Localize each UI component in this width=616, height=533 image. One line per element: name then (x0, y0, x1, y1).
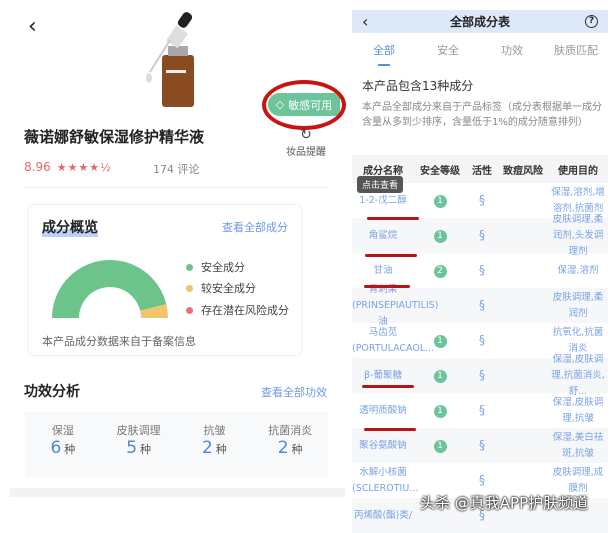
grade-badge: 1 (433, 229, 447, 243)
tab-bar: 全部 安全 功效 肤质匹配 (352, 40, 608, 66)
grade-badge: 1 (433, 334, 447, 348)
ingredient-table: 1-2-戊二醇 1 § 保湿,溶剂,增溶剂,抗菌剂 角鲨烷 1 § 皮肤调理,柔润… (352, 183, 608, 533)
grade-badge: 2 (433, 264, 447, 278)
purpose: 保湿,皮肤调理,抗菌消炎,舒... (551, 353, 605, 397)
legend-fairly-safe: 较安全成分 (186, 280, 256, 296)
grade-badge: 1 (433, 404, 447, 418)
back-button[interactable]: ‹ (28, 14, 37, 39)
activity-icon: § (479, 332, 485, 347)
annotation-underline (367, 217, 419, 220)
safety-grade: 2 (414, 263, 466, 279)
safety-grade: 1 (414, 193, 466, 209)
tab-skin-match[interactable]: 肤质匹配 (544, 40, 608, 66)
table-row[interactable]: 透明质酸钠 1 § 保湿,皮肤调理,抗皱 (352, 393, 608, 428)
section-separator (10, 488, 345, 497)
product-detail-screen: ‹ ◇ 敏感可用 ↻ 妆品提醒 薇诺娜舒敏保湿修护精华液 8.96 ★★★★½ 174… (0, 0, 346, 525)
efficacy-item[interactable]: 皮肤调理 5 种 (101, 412, 177, 477)
efficacy-title: 功效分析 (24, 384, 80, 400)
red-dot (186, 306, 193, 314)
activity-icon: § (479, 367, 485, 382)
ingredient-name[interactable]: 马齿苋(PORTULACAOL... (352, 325, 434, 357)
annotation-underline (364, 428, 416, 431)
tab-safety[interactable]: 安全 (416, 40, 480, 66)
tab-all[interactable]: 全部 (352, 40, 416, 66)
activity-icon: § (479, 192, 485, 207)
efficacy-item[interactable]: 抗菌消炎 2 种 (252, 412, 328, 477)
safety-grade: 1 (414, 368, 466, 384)
efficacy-item[interactable]: 保湿 6 种 (25, 412, 101, 477)
col-purpose: 使用目的 (558, 165, 598, 177)
ingredient-name[interactable]: 丙烯酸(酯)类/ (352, 508, 414, 524)
efficacy-item[interactable]: 抗皱 2 种 (177, 412, 253, 477)
col-activity: 活性 (472, 165, 492, 177)
ingredient-name[interactable]: 角鲨烷 (352, 228, 414, 244)
score: 8.96 (24, 160, 51, 174)
activity-icon: § (479, 297, 485, 312)
tab-efficacy[interactable]: 功效 (480, 40, 544, 66)
annotation-underline (364, 285, 410, 288)
ingredient-name[interactable]: 甘油 (352, 263, 414, 279)
grade-badge: 1 (433, 369, 447, 383)
activity-icon: § (479, 402, 485, 417)
safety-grade: 1 (414, 403, 466, 419)
table-row[interactable]: 聚谷氨酸钠 1 § 保湿,美白祛斑,抗皱 (352, 428, 608, 463)
star-icons: ★★★★½ (56, 160, 112, 174)
green-dot (186, 263, 193, 271)
cosmetic-reminder-button[interactable]: ↻ 妆品提醒 (286, 127, 326, 158)
col-acne-risk: 致痘风险 (503, 165, 543, 177)
ingredient-list-screen: ‹ 全部成分表 ? 全部 安全 功效 肤质匹配 本产品包含13种成分 本产品全部… (352, 0, 608, 533)
help-icon[interactable]: ? (585, 15, 598, 28)
safety-grade: 1 (414, 333, 466, 349)
ingredient-name[interactable]: 青刺果(PRINSEPIAUTILIS)油 (352, 282, 438, 330)
description: 本产品全部成分来自于产品标签（成分表根据单一成分含量从多到少排序，含量低于1%的… (362, 102, 602, 128)
data-source-note: 本产品成分数据来自于备案信息 (42, 335, 196, 348)
divider (24, 187, 329, 188)
legend-risk: 存在潜在风险成分 (186, 302, 289, 318)
purpose: 保湿,皮肤调理,抗皱 (552, 396, 604, 424)
legend-safe: 安全成分 (186, 259, 245, 275)
annotation-underline (365, 254, 417, 257)
overview-title: 成分概览 (42, 217, 98, 237)
safety-grade: 1 (414, 438, 466, 454)
watermark: 头杀 @真我APP护肤频道 (420, 494, 589, 512)
grade-badge: 1 (433, 194, 447, 208)
table-row[interactable]: 角鲨烷 1 § 皮肤调理,柔润剂,头发调理剂 (352, 214, 608, 257)
ingredient-name[interactable]: β-葡聚糖 (352, 368, 414, 384)
annotation-circle (262, 80, 346, 130)
col-safety: 安全等级 (420, 165, 460, 177)
grade-badge: 1 (433, 439, 447, 453)
header: ‹ 全部成分表 ? (352, 10, 608, 33)
purpose: 皮肤调理,柔润剂,头发调理剂 (552, 213, 604, 257)
purpose: 保湿,溶剂 (557, 264, 599, 276)
ingredient-name[interactable]: 聚谷氨酸钠 (352, 438, 414, 454)
purpose: 保湿,美白祛斑,抗皱 (552, 431, 604, 459)
activity-icon: § (479, 437, 485, 452)
ingredient-name[interactable]: 水解小核菌(SCLEROTIU... (352, 465, 418, 497)
ingredient-name[interactable]: 1-2-戊二醇 (352, 193, 414, 209)
safety-grade: 1 (414, 228, 466, 244)
view-all-efficacy-link[interactable]: 查看全部功效 (261, 384, 327, 400)
yellow-dot (186, 284, 193, 292)
safety-gauge (52, 259, 168, 318)
activity-icon: § (479, 472, 485, 487)
ingredient-count: 本产品包含13种成分 (362, 79, 474, 93)
reviews-link[interactable]: 174 评论 (153, 161, 200, 177)
purpose: 皮肤调理,柔润剂 (552, 291, 604, 319)
product-name: 薇诺娜舒敏保湿修护精华液 (24, 128, 205, 146)
activity-icon: § (479, 262, 485, 277)
efficacy-stats: 保湿 6 种 皮肤调理 5 种 抗皱 2 种 抗菌消炎 2 种 (25, 412, 328, 477)
page-title: 全部成分表 (449, 15, 510, 29)
tooltip: 点击查看 (357, 176, 404, 193)
table-row[interactable]: 青刺果(PRINSEPIAUTILIS)油 § 皮肤调理,柔润剂 (352, 284, 608, 327)
back-button[interactable]: ‹ (362, 12, 368, 31)
rating: 8.96 ★★★★½ (24, 160, 112, 174)
ingredient-name[interactable]: 透明质酸钠 (352, 403, 414, 419)
annotation-underline (362, 385, 414, 388)
view-all-ingredients-link[interactable]: 查看全部成分 (222, 219, 288, 235)
col-name: 成分名称 (363, 165, 403, 177)
product-image (146, 12, 194, 107)
activity-icon: § (479, 227, 485, 242)
reminder-icon: ↻ (300, 127, 312, 143)
